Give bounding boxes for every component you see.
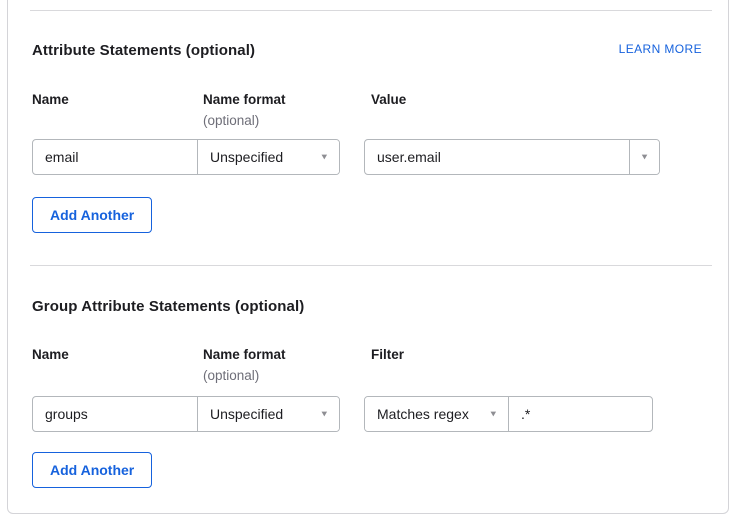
chevron-down-icon: ▾ <box>642 152 648 161</box>
group-name-format-selected-value: Unspecified <box>210 406 283 422</box>
attribute-value-group: ▾ <box>364 139 660 175</box>
group-filter-group: Matches regex ▾ <box>364 396 653 432</box>
attribute-value-dropdown-button[interactable]: ▾ <box>629 140 659 174</box>
group-filter-value-input[interactable] <box>508 397 652 431</box>
column-label-filter: Filter <box>371 347 404 362</box>
section-divider-top <box>30 10 712 11</box>
group-filter-type-selected-value: Matches regex <box>377 406 469 422</box>
settings-card <box>7 0 729 514</box>
name-format-optional-note: (optional) <box>203 113 259 128</box>
attribute-value-input[interactable] <box>365 140 629 174</box>
chevron-down-icon: ▾ <box>321 409 327 418</box>
group-column-label-name-format: Name format <box>203 347 286 362</box>
attribute-name-input[interactable] <box>33 140 197 174</box>
attribute-name-format-select[interactable]: Unspecified ▾ <box>197 140 339 174</box>
learn-more-link[interactable]: LEARN MORE <box>619 42 702 56</box>
chevron-down-icon: ▾ <box>490 409 496 418</box>
page-root: Attribute Statements (optional) LEARN MO… <box>0 0 737 530</box>
group-name-input[interactable] <box>33 397 197 431</box>
attribute-add-another-button[interactable]: Add Another <box>32 197 152 233</box>
group-name-format-select[interactable]: Unspecified ▾ <box>197 397 339 431</box>
attribute-name-format-group: Unspecified ▾ <box>32 139 340 175</box>
attribute-name-format-selected-value: Unspecified <box>210 149 283 165</box>
chevron-down-icon: ▾ <box>321 152 327 161</box>
group-column-label-name: Name <box>32 347 69 362</box>
group-name-format-group: Unspecified ▾ <box>32 396 340 432</box>
group-attribute-statements-title: Group Attribute Statements (optional) <box>32 299 304 315</box>
column-label-value: Value <box>371 92 406 107</box>
group-filter-type-select[interactable]: Matches regex ▾ <box>365 397 508 431</box>
column-label-name: Name <box>32 92 69 107</box>
section-divider-middle <box>30 265 712 266</box>
column-label-name-format: Name format <box>203 92 286 107</box>
attribute-statements-title: Attribute Statements (optional) <box>32 43 255 59</box>
group-add-another-button[interactable]: Add Another <box>32 452 152 488</box>
group-name-format-optional-note: (optional) <box>203 368 259 383</box>
